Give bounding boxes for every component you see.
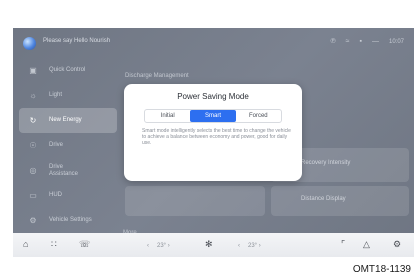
bottom-dock: ⌂ ∷ ☏ ‹ 23° › ✻ ‹ 23° › ⌜ △ ⚙: [13, 233, 414, 257]
sidebar-item-new-energy[interactable]: ↻ New Energy: [19, 108, 117, 133]
sidebar-item-label: New Energy: [49, 117, 82, 123]
clock: 10:07: [388, 39, 404, 45]
voice-hint: Please say Hello Nourish: [43, 38, 111, 44]
sidebar-item-quick-control[interactable]: ▣ Quick Control: [19, 58, 117, 83]
phone-icon[interactable]: ☏: [79, 239, 90, 250]
battery-icon: ―: [371, 38, 379, 45]
signal-icon: ▪: [359, 38, 362, 45]
sidebar-item-drive-assistance[interactable]: ◎ Drive Assistance: [19, 158, 117, 183]
bluetooth-icon: ℗: [330, 38, 336, 45]
right-temp-decrease-icon[interactable]: ‹: [238, 241, 240, 252]
voice-assistant-icon[interactable]: [23, 37, 36, 50]
distance-display-card[interactable]: Distance Display: [271, 186, 409, 216]
settings-gear-icon[interactable]: ⚙: [393, 239, 401, 250]
left-card[interactable]: [125, 186, 265, 216]
sidebar-item-drive[interactable]: ☉ Drive: [19, 133, 117, 158]
wifi-icon: ≈: [345, 38, 350, 45]
power-saving-mode-dialog: Power Saving Mode Initial Smart Forced S…: [124, 84, 302, 181]
steering-icon: ☉: [29, 140, 37, 150]
home-icon[interactable]: ⌂: [23, 239, 28, 250]
car-icon: ▣: [29, 65, 37, 75]
right-temperature[interactable]: 23° ›: [248, 241, 261, 252]
section-title: Discharge Management: [125, 73, 189, 79]
settings-sidebar: ▣ Quick Control ☼ Light ↻ New Energy ☉ D…: [19, 58, 117, 234]
mode-selector: Initial Smart Forced: [144, 109, 282, 123]
fan-icon[interactable]: ✻: [205, 239, 213, 250]
seat-icon[interactable]: ⌜: [341, 239, 345, 250]
left-temp-decrease-icon[interactable]: ‹: [147, 241, 149, 252]
sidebar-item-label: HUD: [49, 192, 62, 198]
mode-description: Smart mode intelligently selects the bes…: [142, 128, 291, 146]
sidebar-item-vehicle-settings[interactable]: ⚙ Vehicle Settings: [19, 208, 117, 233]
energy-icon: ↻: [29, 115, 37, 125]
status-bar: Please say Hello Nourish ℗ ≈ ▪ ― 10:07: [13, 28, 414, 58]
apps-icon[interactable]: ∷: [51, 239, 57, 250]
initial-option-button[interactable]: Initial: [145, 110, 190, 122]
forced-option-button[interactable]: Forced: [236, 110, 281, 122]
figure-code: OMT18-1139: [352, 264, 411, 275]
smart-option-button[interactable]: Smart: [190, 110, 236, 122]
dialog-title: Power Saving Mode: [177, 92, 249, 101]
sidebar-item-label: Quick Control: [49, 67, 86, 73]
hazard-icon[interactable]: △: [363, 239, 370, 250]
sidebar-item-light[interactable]: ☼ Light: [19, 83, 117, 108]
sidebar-item-label: Drive Assistance: [49, 163, 79, 177]
card-label: Distance Display: [301, 196, 346, 202]
sidebar-item-label: Vehicle Settings: [49, 217, 92, 223]
sidebar-item-label: Drive: [49, 142, 64, 148]
assist-icon: ◎: [29, 165, 37, 175]
hud-icon: ▭: [29, 190, 37, 200]
light-icon: ☼: [29, 90, 37, 100]
settings-icon: ⚙: [29, 215, 37, 225]
status-icons: ℗ ≈ ▪ ― 10:07: [330, 37, 404, 47]
card-label: Recovery Intensity: [301, 160, 351, 166]
sidebar-item-label: Light: [49, 92, 63, 98]
left-temperature[interactable]: 23° ›: [157, 241, 170, 252]
sidebar-item-hud[interactable]: ▭ HUD: [19, 183, 117, 208]
